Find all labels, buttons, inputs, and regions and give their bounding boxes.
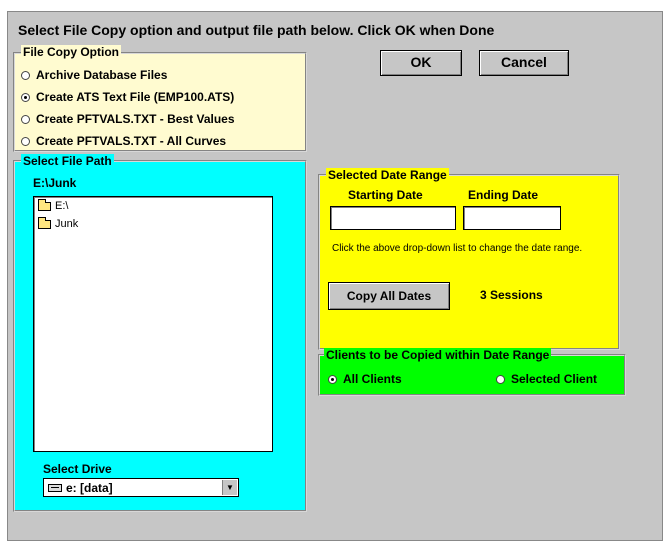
starting-date-label: Starting Date (348, 188, 423, 202)
option-selected-client[interactable]: Selected Client (496, 372, 597, 386)
folder-item-label: E:\ (55, 200, 69, 212)
open-folder-icon (38, 198, 51, 211)
drive-select[interactable]: e: [data] ▼ (43, 478, 239, 497)
radio-icon (21, 70, 30, 80)
clients-group: Clients to be Copied within Date Range A… (318, 348, 626, 396)
option-pftvals-best[interactable]: Create PFTVALS.TXT - Best Values (21, 112, 235, 126)
starting-date-field[interactable] (330, 206, 456, 230)
current-path-label: E:\Junk (33, 176, 77, 190)
option-pftvals-all[interactable]: Create PFTVALS.TXT - All Curves (21, 134, 226, 148)
file-copy-option-group: File Copy Option Archive Database Files … (13, 45, 307, 152)
option-label: All Clients (343, 372, 402, 386)
radio-icon (21, 136, 30, 146)
ending-date-field[interactable] (463, 206, 561, 230)
folder-item-label: Junk (55, 218, 79, 230)
select-file-path-group: Select File Path E:\Junk E:\ Junk Select… (13, 154, 307, 512)
ok-button[interactable]: OK (380, 50, 462, 76)
option-archive-database[interactable]: Archive Database Files (21, 68, 167, 82)
select-drive-label: Select Drive (43, 462, 112, 476)
radio-icon (496, 374, 505, 384)
option-create-ats-text[interactable]: Create ATS Text File (EMP100.ATS) (21, 90, 234, 104)
clients-legend: Clients to be Copied within Date Range (324, 348, 552, 362)
option-label: Selected Client (511, 372, 598, 386)
option-all-clients[interactable]: All Clients (328, 372, 402, 386)
folder-item-junk[interactable]: Junk (38, 216, 79, 230)
cancel-button[interactable]: Cancel (479, 50, 569, 76)
dropdown-arrow-icon[interactable]: ▼ (222, 480, 237, 495)
radio-selected-icon (21, 92, 30, 102)
select-file-path-legend: Select File Path (21, 154, 114, 168)
option-label: Create ATS Text File (EMP100.ATS) (36, 90, 235, 104)
folder-listbox[interactable]: E:\ Junk (33, 196, 273, 452)
radio-selected-icon (328, 374, 337, 384)
instructions-text: Select File Copy option and output file … (18, 22, 495, 38)
ending-date-label: Ending Date (468, 188, 539, 202)
file-copy-option-legend: File Copy Option (21, 45, 121, 59)
open-folder-icon (38, 216, 51, 229)
option-label: Create PFTVALS.TXT - Best Values (36, 112, 235, 126)
drive-select-value: e: [data] (66, 480, 113, 495)
sessions-count: 3 Sessions (480, 288, 543, 302)
folder-item-root[interactable]: E:\ (38, 198, 69, 212)
date-range-legend: Selected Date Range (326, 168, 449, 182)
option-label: Create PFTVALS.TXT - All Curves (36, 134, 227, 148)
file-copy-dialog: Select File Copy option and output file … (7, 11, 663, 541)
radio-icon (21, 114, 30, 124)
copy-all-dates-button[interactable]: Copy All Dates (328, 282, 450, 310)
option-label: Archive Database Files (36, 68, 168, 82)
drive-icon (48, 483, 62, 492)
date-range-hint: Click the above drop-down list to change… (332, 243, 583, 254)
selected-date-range-group: Selected Date Range Starting Date Ending… (318, 168, 620, 350)
